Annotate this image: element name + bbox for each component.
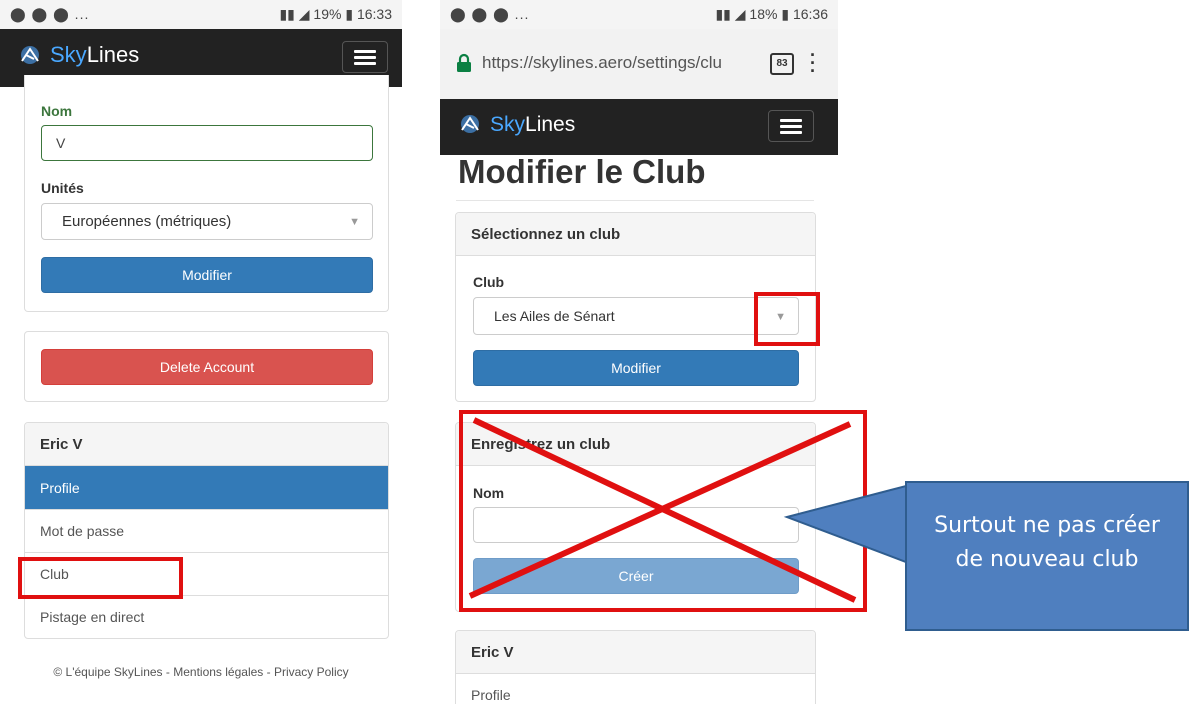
callout-text: Surtout ne pas créer de nouveau club (934, 513, 1160, 572)
callout-box: Surtout ne pas créer de nouveau club (905, 481, 1189, 631)
